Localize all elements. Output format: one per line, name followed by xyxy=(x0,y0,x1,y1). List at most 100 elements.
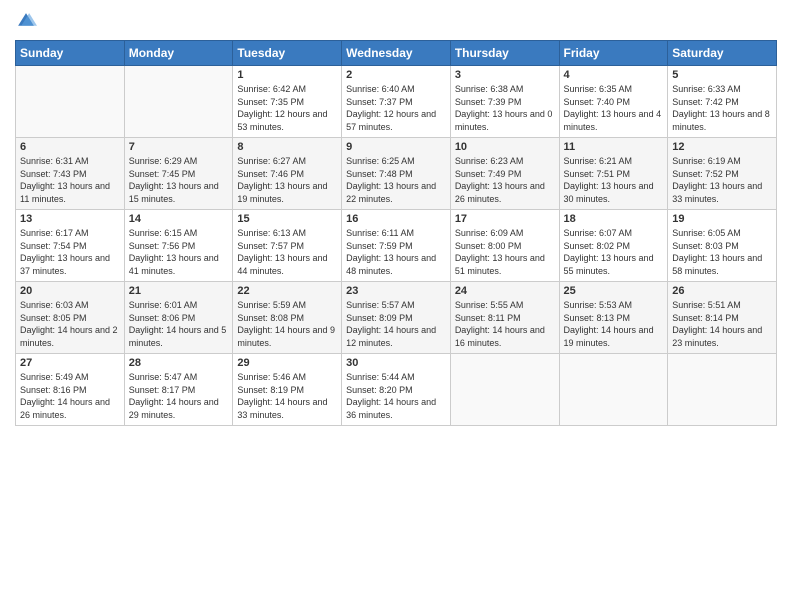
calendar-day-cell: 23 Sunrise: 5:57 AMSunset: 8:09 PMDayligh… xyxy=(342,282,451,354)
calendar-day-cell: 12 Sunrise: 6:19 AMSunset: 7:52 PMDayligh… xyxy=(668,138,777,210)
day-info: Sunrise: 5:46 AMSunset: 8:19 PMDaylight:… xyxy=(237,371,337,421)
calendar-day-cell: 22Sunrise: 5:59 AMSunset: 8:08 PMDayligh… xyxy=(233,282,342,354)
calendar-week-row: 6Sunrise: 6:31 AMSunset: 7:43 PMDaylight… xyxy=(16,138,777,210)
day-info: Sunrise: 5:57 AMSunset: 8:09 PMDaylight:… xyxy=(346,299,446,349)
sunrise-text: Sunrise: 6:19 AM xyxy=(672,155,772,168)
calendar-day-cell: 3Sunrise: 6:38 AMSunset: 7:39 PMDaylight… xyxy=(450,66,559,138)
page-header xyxy=(15,10,777,32)
sunrise-text: Sunrise: 6:35 AM xyxy=(564,83,664,96)
daylight-text: Daylight: 14 hours and 33 minutes. xyxy=(237,396,337,421)
sunrise-text: Sunrise: 5:55 AM xyxy=(455,299,555,312)
calendar-day-cell: 5 Sunrise: 6:33 AMSunset: 7:42 PMDaylight… xyxy=(668,66,777,138)
calendar-day-cell: 20Sunrise: 6:03 AMSunset: 8:05 PMDayligh… xyxy=(16,282,125,354)
sunrise-text: Sunrise: 6:27 AM xyxy=(237,155,337,168)
sunset-text: Sunset: 7:52 PM xyxy=(672,168,772,181)
day-number: 27 xyxy=(20,357,120,369)
calendar-day-cell: 11Sunrise: 6:21 AMSunset: 7:51 PMDayligh… xyxy=(559,138,668,210)
calendar-header-row: SundayMondayTuesdayWednesdayThursdayFrid… xyxy=(16,41,777,66)
daylight-text: Daylight: 14 hours and 36 minutes. xyxy=(346,396,446,421)
calendar-day-cell: 26Sunrise: 5:51 AMSunset: 8:14 PMDayligh… xyxy=(668,282,777,354)
daylight-text: Daylight: 13 hours and 0 minutes. xyxy=(455,108,555,133)
sunrise-text: Sunrise: 6:13 AM xyxy=(237,227,337,240)
calendar-week-row: 27Sunrise: 5:49 AMSunset: 8:16 PMDayligh… xyxy=(16,354,777,426)
sunrise-text: Sunrise: 5:44 AM xyxy=(346,371,446,384)
sunset-text: Sunset: 7:37 PM xyxy=(346,96,446,109)
sunrise-text: Sunrise: 5:57 AM xyxy=(346,299,446,312)
sunset-text: Sunset: 8:19 PM xyxy=(237,384,337,397)
daylight-text: Daylight: 13 hours and 51 minutes. xyxy=(455,252,555,277)
day-number: 6 xyxy=(20,141,120,153)
calendar-day-cell xyxy=(668,354,777,426)
sunset-text: Sunset: 7:56 PM xyxy=(129,240,229,253)
sunrise-text: Sunrise: 6:40 AM xyxy=(346,83,446,96)
sunset-text: Sunset: 7:48 PM xyxy=(346,168,446,181)
sunrise-text: Sunrise: 6:17 AM xyxy=(20,227,120,240)
day-info: Sunrise: 6:35 AMSunset: 7:40 PMDaylight:… xyxy=(564,83,664,133)
daylight-text: Daylight: 13 hours and 15 minutes. xyxy=(129,180,229,205)
daylight-text: Daylight: 13 hours and 4 minutes. xyxy=(564,108,664,133)
day-info: Sunrise: 5:47 AMSunset: 8:17 PMDaylight:… xyxy=(129,371,229,421)
day-number: 16 xyxy=(346,213,446,225)
sunrise-text: Sunrise: 6:03 AM xyxy=(20,299,120,312)
calendar-day-cell: 14Sunrise: 6:15 AMSunset: 7:56 PMDayligh… xyxy=(124,210,233,282)
day-number: 22 xyxy=(237,285,337,297)
sunrise-text: Sunrise: 6:07 AM xyxy=(564,227,664,240)
sunrise-text: Sunrise: 5:47 AM xyxy=(129,371,229,384)
sunset-text: Sunset: 8:09 PM xyxy=(346,312,446,325)
calendar-day-cell: 25Sunrise: 5:53 AMSunset: 8:13 PMDayligh… xyxy=(559,282,668,354)
daylight-text: Daylight: 13 hours and 58 minutes. xyxy=(672,252,772,277)
logo xyxy=(15,10,41,32)
daylight-text: Daylight: 13 hours and 55 minutes. xyxy=(564,252,664,277)
day-info: Sunrise: 5:53 AMSunset: 8:13 PMDaylight:… xyxy=(564,299,664,349)
sunrise-text: Sunrise: 5:46 AM xyxy=(237,371,337,384)
sunrise-text: Sunrise: 6:31 AM xyxy=(20,155,120,168)
daylight-text: Daylight: 14 hours and 26 minutes. xyxy=(20,396,120,421)
calendar-day-cell: 27Sunrise: 5:49 AMSunset: 8:16 PMDayligh… xyxy=(16,354,125,426)
day-number: 9 xyxy=(346,141,446,153)
day-info: Sunrise: 6:40 AMSunset: 7:37 PMDaylight:… xyxy=(346,83,446,133)
sunrise-text: Sunrise: 6:33 AM xyxy=(672,83,772,96)
daylight-text: Daylight: 13 hours and 11 minutes. xyxy=(20,180,120,205)
sunset-text: Sunset: 7:40 PM xyxy=(564,96,664,109)
sunset-text: Sunset: 8:14 PM xyxy=(672,312,772,325)
daylight-text: Daylight: 13 hours and 19 minutes. xyxy=(237,180,337,205)
day-number: 15 xyxy=(237,213,337,225)
calendar-day-cell: 10Sunrise: 6:23 AMSunset: 7:49 PMDayligh… xyxy=(450,138,559,210)
weekday-header-thursday: Thursday xyxy=(450,41,559,66)
day-number: 10 xyxy=(455,141,555,153)
calendar-day-cell: 15Sunrise: 6:13 AMSunset: 7:57 PMDayligh… xyxy=(233,210,342,282)
calendar-week-row: 20Sunrise: 6:03 AMSunset: 8:05 PMDayligh… xyxy=(16,282,777,354)
day-number: 26 xyxy=(672,285,772,297)
sunset-text: Sunset: 7:46 PM xyxy=(237,168,337,181)
sunset-text: Sunset: 7:51 PM xyxy=(564,168,664,181)
day-info: Sunrise: 6:19 AMSunset: 7:52 PMDaylight:… xyxy=(672,155,772,205)
sunrise-text: Sunrise: 6:42 AM xyxy=(237,83,337,96)
day-number: 2 xyxy=(346,69,446,81)
sunset-text: Sunset: 7:45 PM xyxy=(129,168,229,181)
day-number: 30 xyxy=(346,357,446,369)
calendar-day-cell: 2 Sunrise: 6:40 AMSunset: 7:37 PMDaylight… xyxy=(342,66,451,138)
day-number: 5 xyxy=(672,69,772,81)
calendar-week-row: 13Sunrise: 6:17 AMSunset: 7:54 PMDayligh… xyxy=(16,210,777,282)
day-number: 23 xyxy=(346,285,446,297)
sunrise-text: Sunrise: 5:53 AM xyxy=(564,299,664,312)
sunset-text: Sunset: 7:49 PM xyxy=(455,168,555,181)
daylight-text: Daylight: 13 hours and 44 minutes. xyxy=(237,252,337,277)
logo-icon xyxy=(15,10,37,32)
sunset-text: Sunset: 8:16 PM xyxy=(20,384,120,397)
sunset-text: Sunset: 7:39 PM xyxy=(455,96,555,109)
day-info: Sunrise: 6:33 AMSunset: 7:42 PMDaylight:… xyxy=(672,83,772,133)
day-number: 18 xyxy=(564,213,664,225)
day-number: 3 xyxy=(455,69,555,81)
day-info: Sunrise: 6:29 AMSunset: 7:45 PMDaylight:… xyxy=(129,155,229,205)
day-number: 12 xyxy=(672,141,772,153)
day-number: 1 xyxy=(237,69,337,81)
calendar-day-cell: 1Sunrise: 6:42 AMSunset: 7:35 PMDaylight… xyxy=(233,66,342,138)
daylight-text: Daylight: 13 hours and 30 minutes. xyxy=(564,180,664,205)
daylight-text: Daylight: 13 hours and 33 minutes. xyxy=(672,180,772,205)
calendar-day-cell: 17Sunrise: 6:09 AMSunset: 8:00 PMDayligh… xyxy=(450,210,559,282)
day-info: Sunrise: 6:21 AMSunset: 7:51 PMDaylight:… xyxy=(564,155,664,205)
calendar-day-cell xyxy=(124,66,233,138)
sunset-text: Sunset: 8:20 PM xyxy=(346,384,446,397)
day-number: 21 xyxy=(129,285,229,297)
